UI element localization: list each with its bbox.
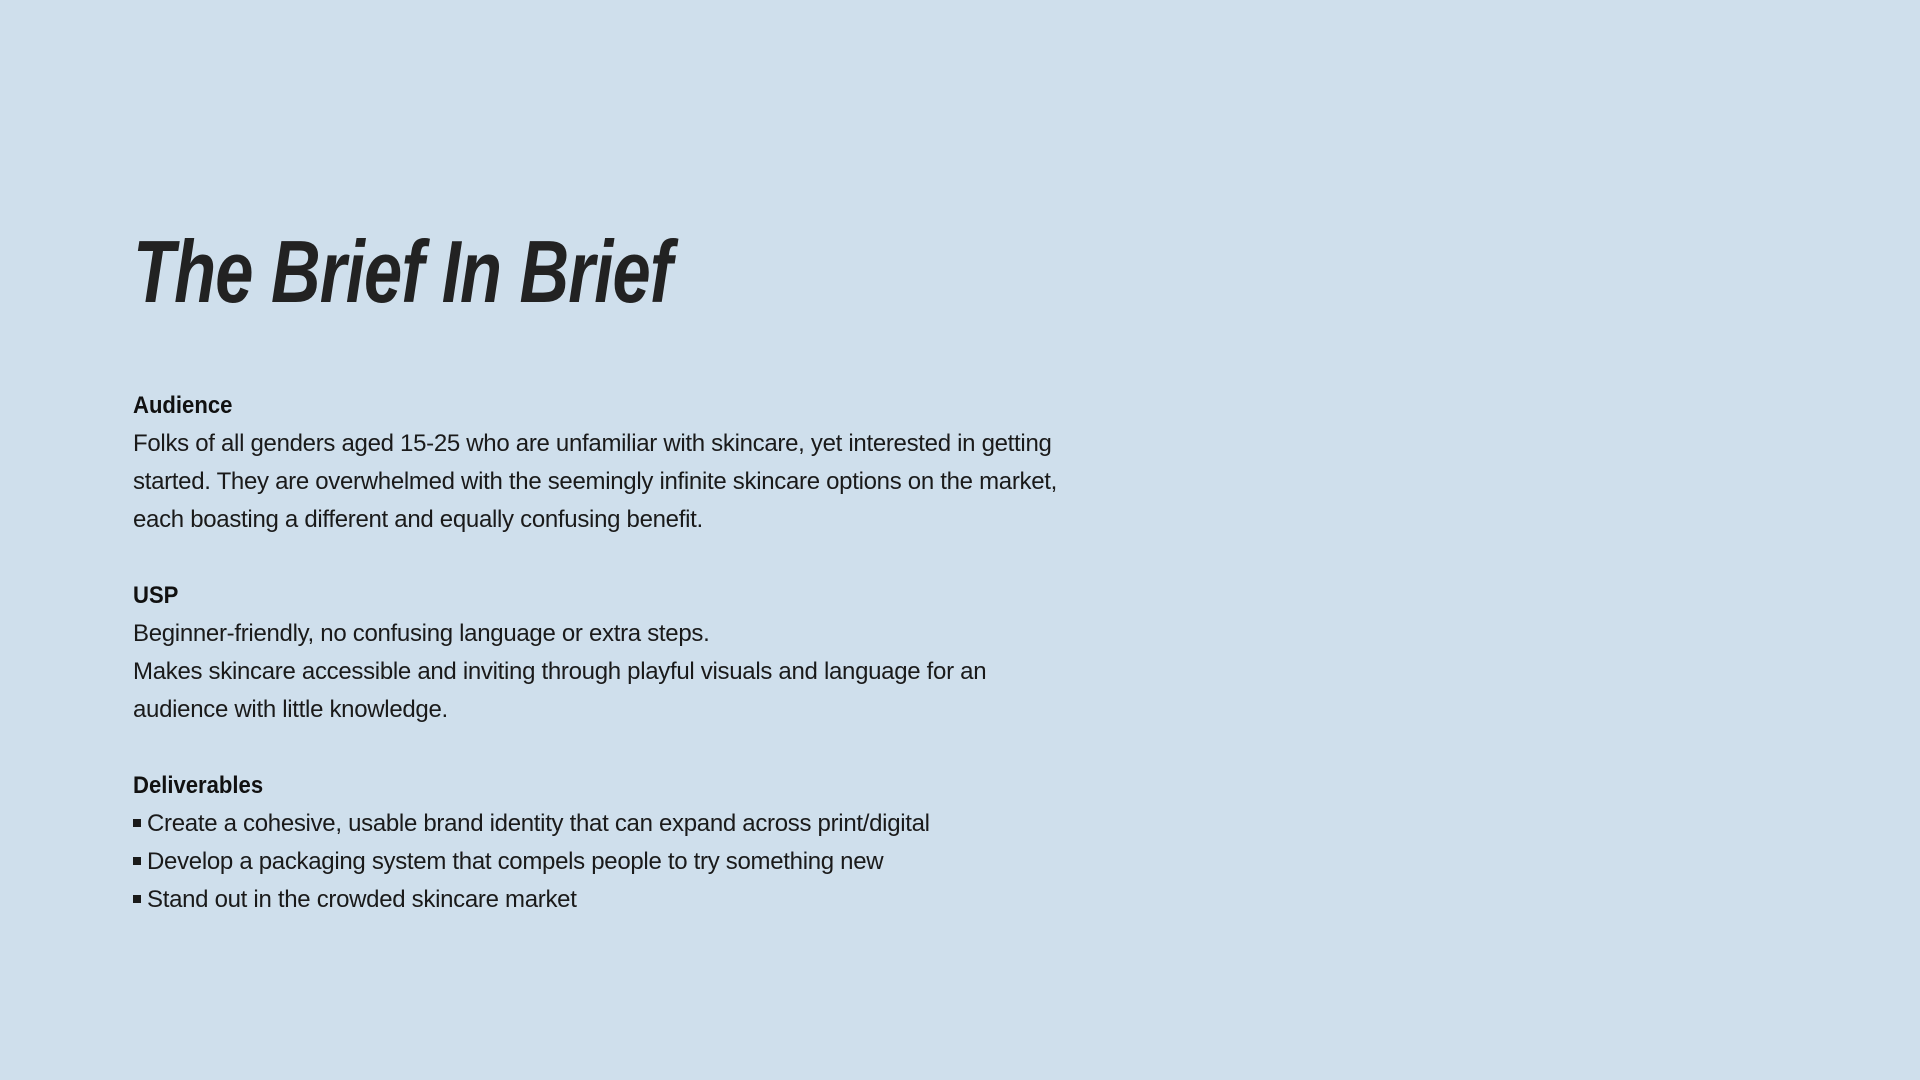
usp-line-2: Makes skincare accessible and inviting t… — [133, 658, 987, 723]
usp-heading: USP — [133, 582, 179, 609]
square-bullet-icon — [133, 894, 141, 903]
audience-section: Audience Folks of all genders aged 15-25… — [133, 387, 1073, 539]
square-bullet-icon — [133, 818, 141, 827]
list-item: Stand out in the crowded skincare market — [133, 881, 1073, 919]
slide: The Brief In Brief Audience Folks of all… — [133, 0, 1133, 1080]
audience-heading: Audience — [133, 392, 233, 419]
page-title: The Brief In Brief — [133, 222, 673, 321]
usp-section: USP Beginner-friendly, no confusing lang… — [133, 577, 1073, 729]
deliverables-section: Deliverables Create a cohesive, usable b… — [133, 767, 1073, 919]
list-item: Create a cohesive, usable brand identity… — [133, 805, 1073, 843]
deliverables-heading: Deliverables — [133, 772, 264, 799]
square-bullet-icon — [133, 856, 141, 865]
usp-line-1: Beginner-friendly, no confusing language… — [133, 620, 710, 647]
audience-body: Folks of all genders aged 15-25 who are … — [133, 430, 1057, 533]
deliverable-text: Create a cohesive, usable brand identity… — [147, 810, 930, 837]
deliverable-text: Develop a packaging system that compels … — [147, 848, 884, 875]
deliverable-text: Stand out in the crowded skincare market — [147, 886, 577, 913]
deliverables-list: Create a cohesive, usable brand identity… — [133, 805, 1073, 919]
list-item: Develop a packaging system that compels … — [133, 843, 1073, 881]
